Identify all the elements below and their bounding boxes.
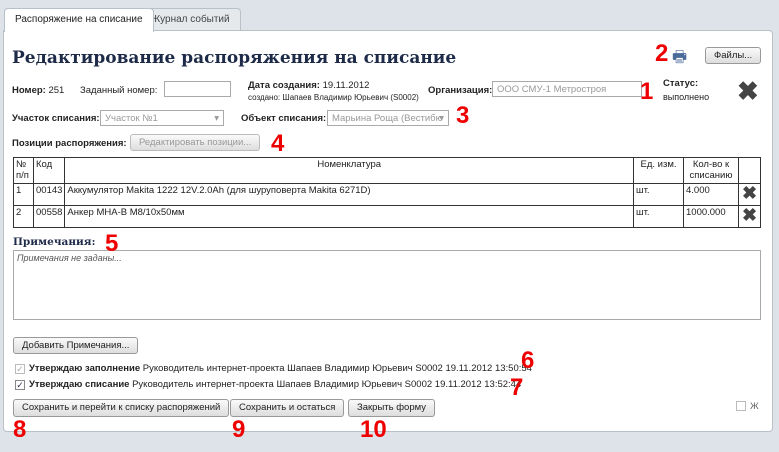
given-number-label: Заданный номер: xyxy=(80,85,158,96)
tab-event-log[interactable]: Журнал событий xyxy=(140,8,241,31)
approve-fill-checkbox[interactable]: ✓ xyxy=(15,364,25,374)
annotation-7: 7 xyxy=(510,374,524,401)
site-select[interactable]: Участок №1 ▾ xyxy=(100,110,224,126)
col-number: № п/п xyxy=(13,157,34,184)
add-notes-button[interactable]: Добавить Примечания... xyxy=(13,337,139,354)
status-value: выполнено xyxy=(663,92,710,102)
save-and-stay-button[interactable]: Сохранить и остаться xyxy=(230,399,345,417)
files-button[interactable]: Файлы... xyxy=(705,47,762,64)
annotation-10: 10 xyxy=(360,416,387,443)
printer-icon[interactable]: 🖶 xyxy=(672,46,687,73)
delete-row-icon[interactable]: ✖ xyxy=(742,183,757,203)
table-row: 1 00143 Аккумулятор Makita 1222 12V.2.0A… xyxy=(13,183,761,206)
number-field: Номер: 251 xyxy=(12,85,65,96)
close-form-button[interactable]: Закрыть форму xyxy=(348,399,436,417)
cell-unit: шт. xyxy=(633,183,684,206)
tab-label: Распоряжение на списание xyxy=(15,14,143,25)
organization-label: Организация: xyxy=(428,85,493,96)
positions-table: № п/п Код Номенклатура Ед. изм. Кол-во к… xyxy=(13,157,761,228)
table-header: № п/п Код Номенклатура Ед. изм. Кол-во к… xyxy=(13,157,761,184)
delete-icon[interactable]: ✖ xyxy=(737,78,759,104)
col-code: Код xyxy=(32,157,66,184)
approve-writeoff-text: Утверждаю списание Руководитель интернет… xyxy=(29,379,522,390)
cell-code: 00143 xyxy=(32,183,66,206)
table-row: 2 00558 Анкер МНА-В М8/10х50мм шт. 1000.… xyxy=(13,205,761,228)
organization-input[interactable]: ООО СМУ-1 Метростроя xyxy=(492,81,642,97)
annotation-1: 1 xyxy=(640,78,654,105)
annotation-4: 4 xyxy=(271,130,285,157)
edit-positions-button[interactable]: Редактировать позиции... xyxy=(130,134,261,151)
given-number-input[interactable] xyxy=(164,81,231,97)
bold-toggle-label: Ж xyxy=(750,401,759,412)
cell-code: 00558 xyxy=(32,205,66,228)
cell-name: Анкер МНА-В М8/10х50мм xyxy=(64,205,634,228)
site-label: Участок списания: xyxy=(12,113,100,124)
annotation-5: 5 xyxy=(105,230,119,257)
annotation-6: 6 xyxy=(521,347,535,374)
col-nomenclature: Номенклатура xyxy=(64,157,634,184)
positions-label: Позиции распоряжения: xyxy=(12,138,127,149)
created-date: Дата создания: 19.11.2012 xyxy=(248,80,370,91)
cell-name: Аккумулятор Makita 1222 12V.2.0Ah (для ш… xyxy=(64,183,634,206)
bold-toggle-checkbox[interactable] xyxy=(736,401,746,411)
created-by: создано: Шапаев Владимир Юрьевич (S0002) xyxy=(248,93,419,102)
chevron-down-icon: ▾ xyxy=(214,113,219,124)
delete-row-icon[interactable]: ✖ xyxy=(742,205,757,225)
annotation-3: 3 xyxy=(456,102,470,129)
save-and-go-button[interactable]: Сохранить и перейти к списку распоряжени… xyxy=(13,399,230,417)
approve-fill-text: Утверждаю заполнение Руководитель интерн… xyxy=(29,363,532,374)
cell-unit: шт. xyxy=(633,205,684,228)
notes-textarea[interactable]: Примечания не заданы... xyxy=(13,250,761,320)
col-actions xyxy=(738,157,761,184)
object-label: Объект списания: xyxy=(241,113,327,124)
annotation-9: 9 xyxy=(232,416,246,443)
cell-qty: 1000.000 xyxy=(683,205,739,228)
cell-number: 2 xyxy=(13,205,34,228)
chevron-down-icon: ▾ xyxy=(439,113,444,124)
status-label: Статус: xyxy=(663,78,699,89)
cell-number: 1 xyxy=(13,183,34,206)
col-qty: Кол-во к списанию xyxy=(683,157,739,184)
col-unit: Ед. изм. xyxy=(633,157,684,184)
tab-writeoff-order[interactable]: Распоряжение на списание xyxy=(4,8,154,32)
annotation-2: 2 xyxy=(655,40,669,67)
page-title: Редактирование распоряжения на списание xyxy=(12,48,457,68)
approve-writeoff-checkbox[interactable]: ✓ xyxy=(15,380,25,390)
annotation-8: 8 xyxy=(13,416,27,443)
notes-label: Примечания: xyxy=(13,236,96,248)
tab-label: Журнал событий xyxy=(151,14,230,25)
object-select[interactable]: Марьина Роща (Вестибю ▾ xyxy=(327,110,449,126)
cell-qty: 4.000 xyxy=(683,183,739,206)
